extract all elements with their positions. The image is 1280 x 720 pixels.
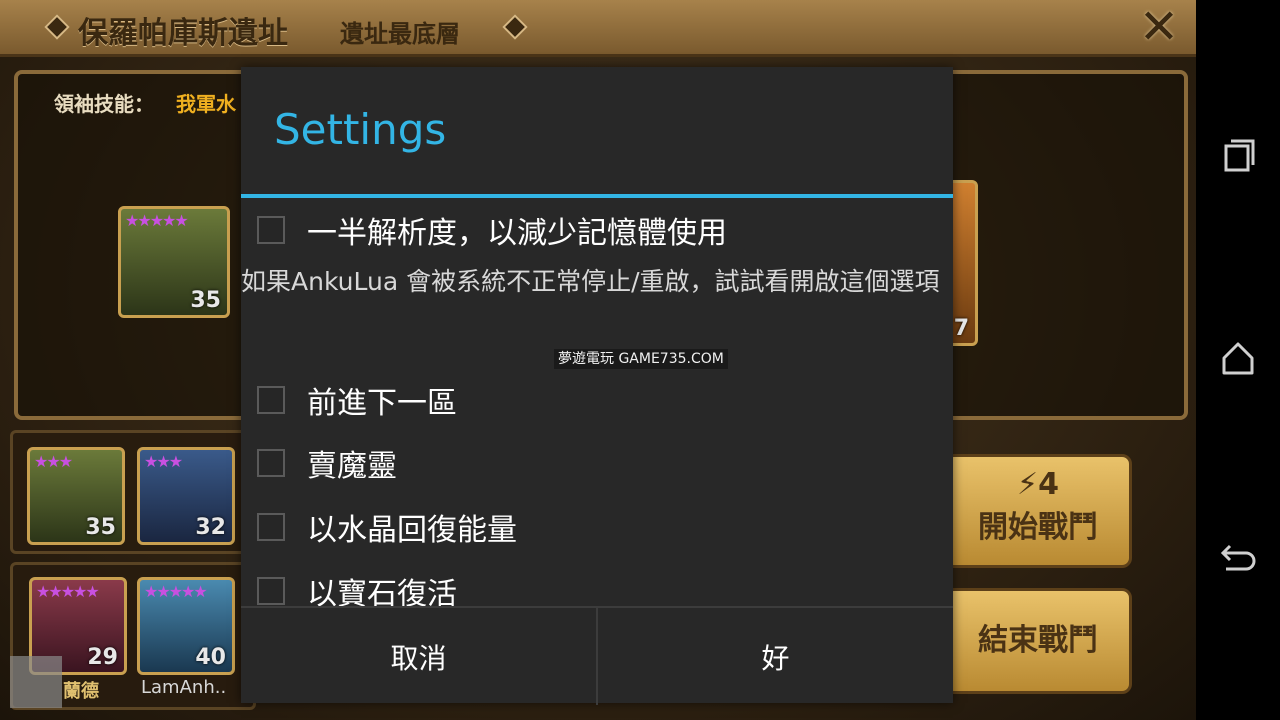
end-battle-button[interactable]: 結束戰鬥 bbox=[944, 588, 1132, 694]
start-battle-label: 開始戰鬥 bbox=[978, 510, 1098, 545]
diamond-ornament-icon bbox=[502, 14, 528, 40]
option-half-resolution[interactable]: 一半解析度，以減少記憶體使用 bbox=[257, 210, 727, 251]
monster-name: LamAnh.. bbox=[141, 677, 227, 698]
monster-level: 40 bbox=[195, 645, 226, 670]
dungeon-title: 保羅帕庫斯遺址 bbox=[78, 16, 288, 51]
team-slot[interactable]: ★★★ 32 bbox=[137, 447, 235, 545]
checkbox[interactable] bbox=[257, 216, 285, 244]
cancel-button[interactable]: 取消 bbox=[241, 608, 596, 705]
recent-apps-icon[interactable] bbox=[1214, 132, 1262, 180]
ok-button[interactable]: 好 bbox=[598, 608, 953, 705]
team-slot-row: ★★★ 35 ★★★ 32 bbox=[10, 430, 256, 554]
floating-control[interactable] bbox=[10, 656, 62, 708]
checkbox[interactable] bbox=[257, 577, 285, 605]
stars-icon: ★★★ bbox=[34, 452, 73, 471]
team-slot[interactable]: ★★★ 35 bbox=[27, 447, 125, 545]
energy-cost: 4 bbox=[1038, 467, 1059, 502]
home-icon[interactable] bbox=[1214, 334, 1262, 382]
monster-level: 35 bbox=[190, 288, 221, 313]
stars-icon: ★★★ bbox=[144, 452, 183, 471]
close-icon[interactable]: ✕ bbox=[1136, 3, 1182, 51]
leader-skill-value: 我軍水 bbox=[176, 92, 236, 116]
stars-icon: ★★★★★ bbox=[144, 582, 208, 601]
leader-skill-label: 領袖技能： bbox=[54, 92, 154, 116]
checkbox[interactable] bbox=[257, 386, 285, 414]
stars-icon: ★★★★★ bbox=[36, 582, 100, 601]
option-label: 以水晶回復能量 bbox=[307, 513, 517, 548]
dungeon-subtitle: 遺址最底層 bbox=[340, 20, 460, 48]
option-revive-with-gems[interactable]: 以寶石復活 bbox=[257, 571, 457, 606]
checkbox[interactable] bbox=[257, 513, 285, 541]
monster-level: 7 bbox=[953, 316, 969, 341]
dialog-title: Settings bbox=[274, 105, 447, 154]
monster-level: 35 bbox=[85, 515, 116, 540]
option-next-area[interactable]: 前進下一區 bbox=[257, 380, 457, 421]
game-header: 保羅帕庫斯遺址 遺址最底層 ✕ bbox=[0, 0, 1196, 57]
option-description: 如果AnkuLua 會被系統不正常停止/重啟，試試看開啟這個選項 bbox=[241, 267, 940, 296]
stars-icon: ★★★★★ bbox=[125, 211, 189, 230]
monster-level: 32 bbox=[195, 515, 226, 540]
option-label: 一半解析度，以減少記憶體使用 bbox=[307, 216, 727, 251]
end-battle-label: 結束戰鬥 bbox=[978, 623, 1098, 658]
option-label: 前進下一區 bbox=[307, 386, 457, 421]
leader-portrait[interactable]: ★★★★★ 35 bbox=[118, 206, 230, 318]
dialog-button-bar: 取消 好 bbox=[241, 606, 953, 705]
watermark: 夢遊電玩 GAME735.COM bbox=[554, 349, 728, 369]
start-battle-button[interactable]: ⚡4 開始戰鬥 bbox=[944, 454, 1132, 568]
monster-name: 蘭德 bbox=[63, 681, 99, 702]
option-label: 以寶石復活 bbox=[307, 577, 457, 606]
energy-icon: ⚡ bbox=[1017, 467, 1039, 502]
option-label: 賣魔靈 bbox=[307, 449, 397, 484]
option-sell-monsters[interactable]: 賣魔靈 bbox=[257, 443, 397, 484]
option-refill-energy[interactable]: 以水晶回復能量 bbox=[257, 507, 517, 548]
checkbox[interactable] bbox=[257, 449, 285, 477]
options-list[interactable]: 一半解析度，以減少記憶體使用 如果AnkuLua 會被系統不正常停止/重啟，試試… bbox=[241, 198, 953, 606]
diamond-ornament-icon bbox=[44, 14, 70, 40]
settings-dialog: Settings 一半解析度，以減少記憶體使用 如果AnkuLua 會被系統不正… bbox=[241, 67, 953, 705]
bench-slot[interactable]: ★★★★★ 40 bbox=[137, 577, 235, 675]
monster-level: 29 bbox=[87, 645, 118, 670]
android-nav-bar bbox=[1196, 0, 1280, 720]
back-icon[interactable] bbox=[1214, 534, 1262, 582]
